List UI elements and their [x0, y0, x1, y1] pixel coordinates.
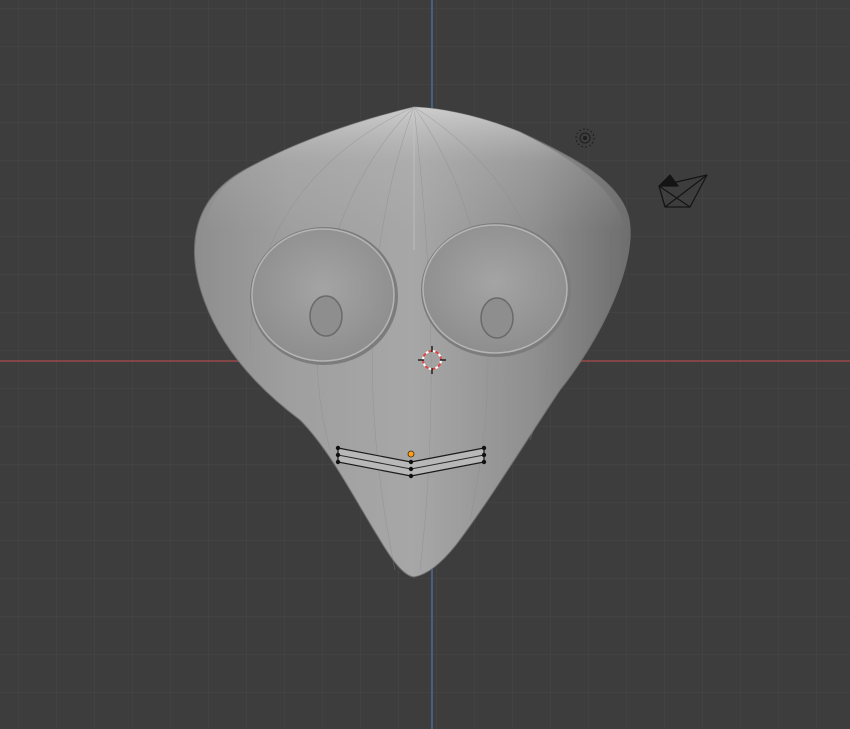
- object-origin-dot: [407, 450, 415, 458]
- right-eye[interactable]: [421, 223, 571, 357]
- left-pupil: [309, 295, 343, 337]
- 3d-viewport[interactable]: [0, 0, 850, 729]
- right-pupil: [480, 297, 514, 339]
- left-eye[interactable]: [250, 227, 398, 365]
